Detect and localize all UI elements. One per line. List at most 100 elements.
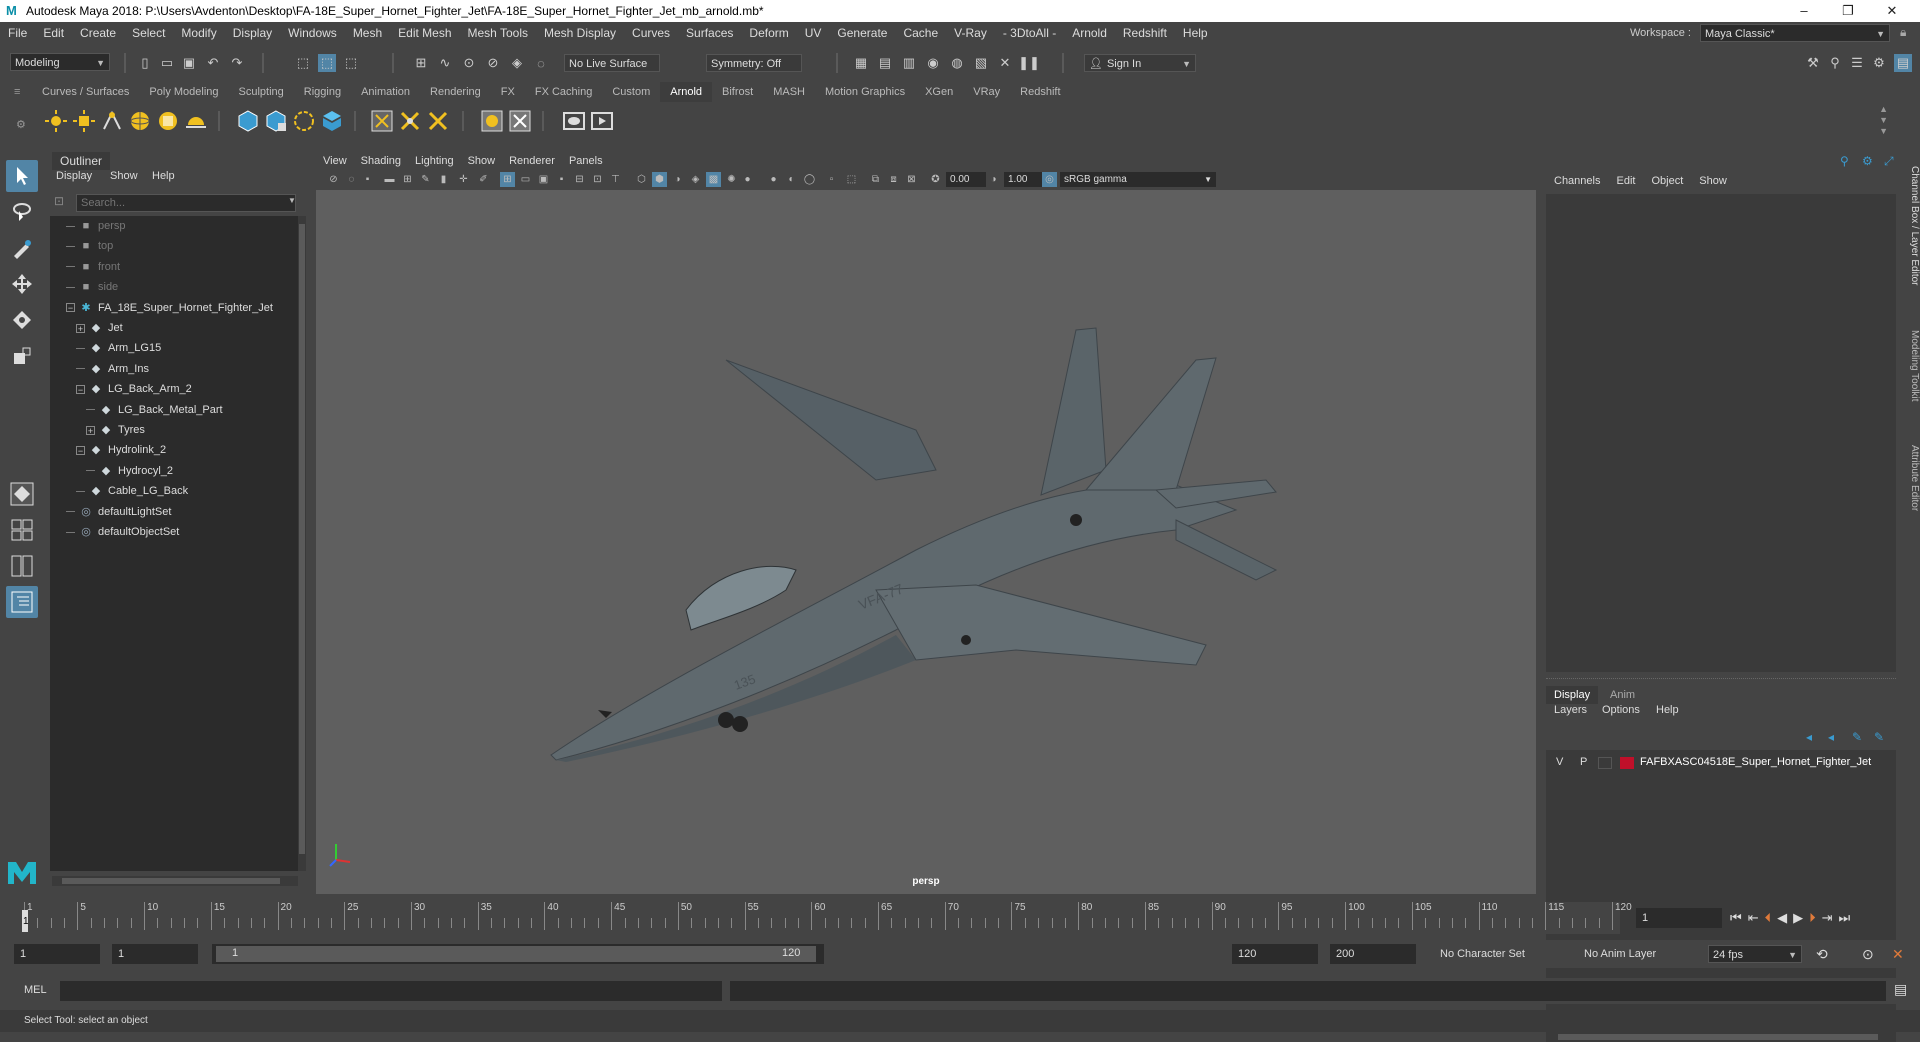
menu-edit-mesh[interactable]: Edit Mesh <box>390 22 459 44</box>
channel-box-menu-object[interactable]: Object <box>1643 172 1691 190</box>
shelf-tab-mash[interactable]: MASH <box>763 82 815 102</box>
texture-icon[interactable] <box>506 107 534 135</box>
character-set-select[interactable]: No Character Set <box>1436 945 1554 963</box>
menu-edit[interactable]: Edit <box>35 22 72 44</box>
play-forwards-icon[interactable]: ▶ <box>1793 910 1803 926</box>
snap-view-icon[interactable]: ⊘ <box>484 54 502 72</box>
render-view-icon[interactable]: ◍ <box>948 54 966 72</box>
render-view-icon[interactable] <box>368 107 396 135</box>
layer-visibility-toggle[interactable]: V <box>1556 756 1563 768</box>
tab-attribute-editor[interactable]: Attribute Editor <box>1902 428 1920 528</box>
chevron-down-icon[interactable]: ▼ <box>288 196 296 205</box>
textured-icon[interactable]: ◈ <box>688 172 703 187</box>
panel-splitter[interactable] <box>1546 678 1896 683</box>
play-backwards-icon[interactable]: ◀ <box>1777 910 1787 926</box>
viewport-menu-lighting[interactable]: Lighting <box>408 152 461 170</box>
animation-end-field[interactable]: 200 <box>1330 944 1416 964</box>
command-input[interactable] <box>60 981 722 1001</box>
image-plane-icon[interactable]: ▬ <box>382 172 397 187</box>
film-gate-icon[interactable]: ✐ <box>476 172 491 187</box>
shelf-tab-vray[interactable]: VRay <box>963 82 1010 102</box>
playback-end-field[interactable]: 120 <box>1232 944 1318 964</box>
channel-box-icon[interactable]: ▤ <box>1894 54 1912 72</box>
shelf-scroll-icon[interactable]: ▲ ▼ ▼ <box>1879 104 1888 137</box>
menu-windows[interactable]: Windows <box>280 22 345 44</box>
viewport-menu-show[interactable]: Show <box>461 152 503 170</box>
current-frame-field[interactable]: 1 <box>1636 908 1722 928</box>
open-scene-icon[interactable]: ▭ <box>158 54 176 72</box>
channel-box-content[interactable] <box>1546 194 1896 672</box>
random-select-icon[interactable] <box>396 107 424 135</box>
flush-cache-icon[interactable] <box>424 107 452 135</box>
outliner-item[interactable]: − ✱ FA_18E_Super_Hornet_Fighter_Jet <box>66 298 273 318</box>
field-chart-icon[interactable]: ▪ <box>554 172 569 187</box>
menu-select[interactable]: Select <box>124 22 173 44</box>
filter-icon[interactable]: ⊡ <box>54 194 64 208</box>
lasso-tool-icon[interactable] <box>6 196 38 228</box>
animation-start-field[interactable]: 1 <box>14 944 100 964</box>
layer-playback-toggle[interactable]: P <box>1580 756 1587 768</box>
camera-attributes-icon[interactable]: ◌ <box>344 172 359 187</box>
collapse-icon[interactable]: − <box>76 445 85 455</box>
new-layer-icon[interactable]: ✎ <box>1852 730 1862 744</box>
channel-box-settings-icon[interactable]: ⚙ <box>1862 154 1873 168</box>
layer-display-type[interactable] <box>1598 757 1612 769</box>
menu-arnold[interactable]: Arnold <box>1064 22 1115 44</box>
tab-display[interactable]: Display <box>1546 686 1599 704</box>
outliner-menu-display[interactable]: Display <box>56 170 92 188</box>
viewport-menu-panels[interactable]: Panels <box>562 152 610 170</box>
shelf-tab-animation[interactable]: Animation <box>351 82 420 102</box>
pause-icon[interactable]: ❚❚ <box>1018 54 1040 72</box>
outliner-item[interactable]: ■ side <box>66 277 118 297</box>
depth-of-field-icon[interactable]: ◯ <box>802 172 817 187</box>
outliner-item[interactable]: ◆ Cable_LG_Back <box>76 481 188 501</box>
viewport-gate-icon[interactable]: ⊤ <box>608 172 623 187</box>
menu-create[interactable]: Create <box>72 22 124 44</box>
wireframe-shading-icon[interactable]: ⬡ <box>634 172 649 187</box>
shelf-tab-custom[interactable]: Custom <box>602 82 660 102</box>
move-layer-down-icon[interactable]: ◂ <box>1828 730 1834 744</box>
workspace-select[interactable]: Maya Classic* ▼ <box>1700 24 1890 42</box>
menu-mesh-tools[interactable]: Mesh Tools <box>460 22 536 44</box>
exposure-icon[interactable]: ✪ <box>928 172 943 187</box>
menu-mesh-display[interactable]: Mesh Display <box>536 22 624 44</box>
last-tool-icon[interactable] <box>6 478 38 510</box>
menu-3dtoall[interactable]: - 3DtoAll - <box>995 22 1064 44</box>
bookmarks-icon[interactable]: ▪ <box>360 172 375 187</box>
select-tool-icon[interactable] <box>6 160 38 192</box>
tab-modeling-toolkit[interactable]: Modeling Toolkit <box>1902 316 1920 416</box>
stand-in-icon[interactable] <box>234 107 262 135</box>
arnold-render-icon[interactable]: ✕ <box>996 54 1014 72</box>
live-surface-field[interactable]: No Live Surface <box>564 54 660 72</box>
move-layer-up-icon[interactable]: ◂ <box>1806 730 1812 744</box>
save-scene-icon[interactable]: ▣ <box>180 54 198 72</box>
maximize-button[interactable]: ❐ <box>1826 0 1870 22</box>
outliner-item[interactable]: ■ persp <box>66 216 126 236</box>
outliner-vertical-scrollbar[interactable] <box>298 216 306 871</box>
viewport-menu-view[interactable]: View <box>316 152 354 170</box>
shader-ball-icon[interactable] <box>478 107 506 135</box>
area-light-icon[interactable] <box>70 107 98 135</box>
menu-display[interactable]: Display <box>225 22 280 44</box>
menu-help[interactable]: Help <box>1175 22 1216 44</box>
gate-mask-icon[interactable]: ▣ <box>536 172 551 187</box>
anim-prefs-icon[interactable]: ✕ <box>1892 946 1904 963</box>
color-management-icon[interactable]: ◎ <box>1042 172 1057 187</box>
shelf-settings-icon[interactable]: ⚙ <box>16 118 26 131</box>
viewport-menu-renderer[interactable]: Renderer <box>502 152 562 170</box>
grid-toggle-icon[interactable]: ✛ <box>456 172 471 187</box>
loop-icon[interactable]: ⟲ <box>1816 946 1828 963</box>
step-forward-frame-icon[interactable]: ⏵ <box>1809 910 1816 926</box>
outliner-search-input[interactable] <box>76 194 296 212</box>
scene-canvas[interactable]: VFA-77 135 <box>316 190 1536 894</box>
two-view-layout-icon[interactable] <box>6 550 38 582</box>
shadows-icon[interactable]: ✺ <box>724 172 739 187</box>
step-back-key-icon[interactable]: ⇤ <box>1748 910 1759 926</box>
menu-mesh[interactable]: Mesh <box>345 22 390 44</box>
shelf-tab-redshift[interactable]: Redshift <box>1010 82 1070 102</box>
scale-tool-icon[interactable] <box>6 340 38 372</box>
outliner-item[interactable]: + ◆ Tyres <box>86 420 145 440</box>
sign-in-button[interactable]: 👤︎ Sign In ▼ <box>1084 54 1196 72</box>
attribute-editor-icon[interactable]: ☰ <box>1848 54 1866 72</box>
motion-blur-icon[interactable]: ● <box>766 172 781 187</box>
